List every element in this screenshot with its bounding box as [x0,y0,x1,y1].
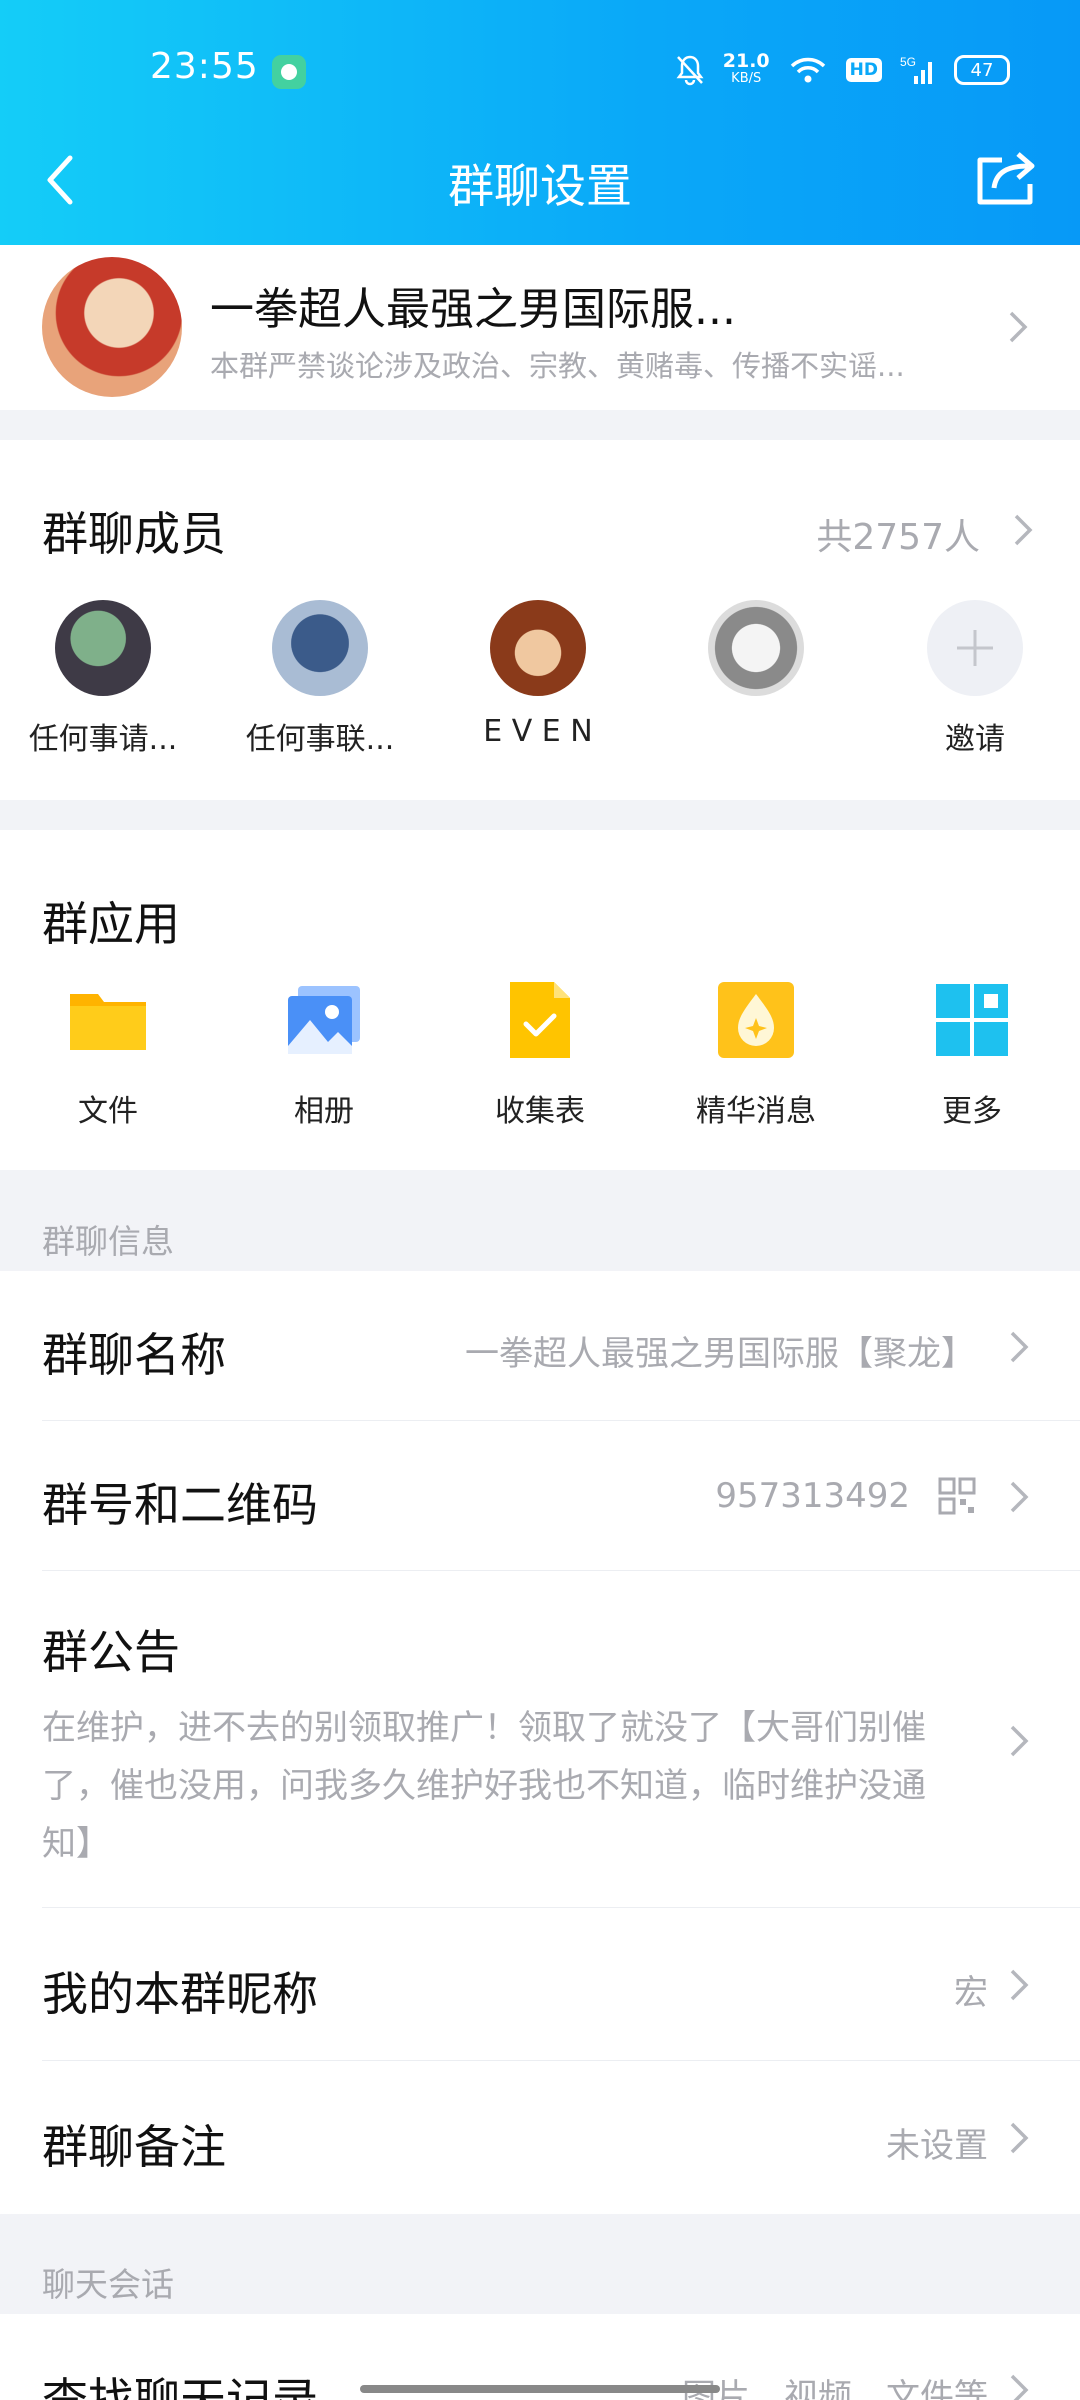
qr-code-icon [938,1477,976,1515]
photo-album-icon [288,986,360,1054]
my-nickname-label: 我的本群昵称 [42,1967,318,2021]
chevron-right-icon [1010,2374,1029,2400]
net-speed-unit: KB/S [731,71,762,86]
app-more[interactable]: 更多 [872,980,1072,1130]
mute-bell-icon [676,55,704,86]
group-notice-label: 群公告 [42,1625,180,1679]
app-files[interactable]: 文件 [8,980,208,1130]
avatar [708,600,804,696]
status-time: 23:55 [150,46,259,87]
group-description: 本群严禁谈论涉及政治、宗教、黄赌毒、传播不实谣... [210,349,905,383]
avatar [55,600,151,696]
chevron-right-icon [1009,311,1028,343]
folder-icon [70,994,146,1050]
group-apps-section: 群应用 文件 相册 收集表 精华消息 更多 [0,830,1080,1170]
chevron-right-icon [1010,2122,1029,2154]
group-name-value: 一拳超人最强之男国际服【聚龙】 [465,1334,975,1374]
app-label: 精华消息 [696,1094,816,1129]
avatar [272,600,368,696]
chevron-right-icon [1010,1481,1029,1513]
network-speed: 21.0 KB/S [723,52,770,88]
my-group-nickname-row[interactable]: 我的本群昵称 宏 [0,1908,1080,2061]
plus-icon [927,600,1023,696]
status-indicators: 21.0 KB/S HD 5G 47 [675,50,1010,90]
member-item[interactable]: 任何事联... [220,600,420,758]
invite-button[interactable]: 邀请 [875,600,1075,758]
group-avatar [42,257,182,397]
group-name: 一拳超人最强之男国际服... [210,284,736,335]
net-speed-value: 21.0 [722,50,770,72]
app-label: 相册 [294,1094,354,1129]
members-section: 群聊成员 共2757人 任何事请... 任何事联... E V E N 邀请 [0,440,1080,800]
chat-notification-icon [272,55,306,89]
invite-label: 邀请 [945,722,1005,757]
group-number-qr-row[interactable]: 群号和二维码 957313492 [0,1421,1080,1571]
member-item[interactable]: 任何事请... [3,600,203,758]
search-history-label: 查找聊天记录 [42,2373,318,2400]
chevron-right-icon [1010,1969,1029,2001]
chevron-right-icon [1010,1725,1029,1757]
app-album[interactable]: 相册 [224,980,424,1130]
member-item[interactable]: E V E N [438,600,638,749]
form-check-icon [510,982,570,1058]
group-remark-value: 未设置 [886,2126,988,2166]
app-essence-messages[interactable]: 精华消息 [656,980,856,1130]
app-label: 文件 [78,1094,138,1129]
search-history-value: 图片、视频、文件等 [682,2377,988,2400]
my-nickname-value: 宏 [954,1973,988,2013]
battery-indicator: 47 [954,55,1010,85]
app-label: 更多 [942,1094,1002,1129]
avatar [490,600,586,696]
group-name-label: 群聊名称 [42,1328,226,1382]
hd-badge: HD [845,58,882,82]
member-name: 任何事联... [245,722,395,757]
signal-5g-icon: 5G [900,55,932,84]
chevron-right-icon [1010,1331,1029,1363]
member-count[interactable]: 共2757人 [816,508,980,560]
member-name: 任何事请... [28,722,178,757]
group-notice-row[interactable]: 群公告 在维护，进不去的别领取推广！领取了就没了【大哥们别催了，催也没用，问我多… [0,1571,1080,1908]
member-item[interactable] [656,600,856,714]
group-remark-label: 群聊备注 [42,2120,226,2174]
group-notice-text: 在维护，进不去的别领取推广！领取了就没了【大哥们别催了，催也没用，问我多久维护好… [42,1708,926,1864]
app-label: 收集表 [495,1094,585,1129]
group-profile-card[interactable]: 一拳超人最强之男国际服... 本群严禁谈论涉及政治、宗教、黄赌毒、传播不实谣..… [0,245,1080,410]
chevron-right-icon [1014,514,1033,546]
essence-message-icon [718,982,794,1058]
app-collection-form[interactable]: 收集表 [440,980,640,1130]
group-remark-row[interactable]: 群聊备注 未设置 [0,2061,1080,2214]
home-indicator[interactable] [360,2385,720,2393]
members-title: 群聊成员 [42,507,226,561]
group-number-label: 群号和二维码 [42,1478,318,1532]
share-icon[interactable] [972,148,1042,208]
apps-title: 群应用 [42,897,180,951]
chat-session-section-label: 聊天会话 [42,2265,174,2304]
member-name: E V E N [483,714,593,749]
group-info-section-label: 群聊信息 [42,1222,174,1261]
svg-text:5G: 5G [900,55,916,69]
group-name-row[interactable]: 群聊名称 一拳超人最强之男国际服【聚龙】 [0,1271,1080,1421]
grid-more-icon [936,984,1008,1056]
wifi-icon [790,57,825,83]
header-bar: 23:55 21.0 KB/S HD 5G 47 群聊设置 [0,0,1080,245]
group-number-value: 957313492 [715,1476,910,1516]
page-title: 群聊设置 [448,159,632,213]
